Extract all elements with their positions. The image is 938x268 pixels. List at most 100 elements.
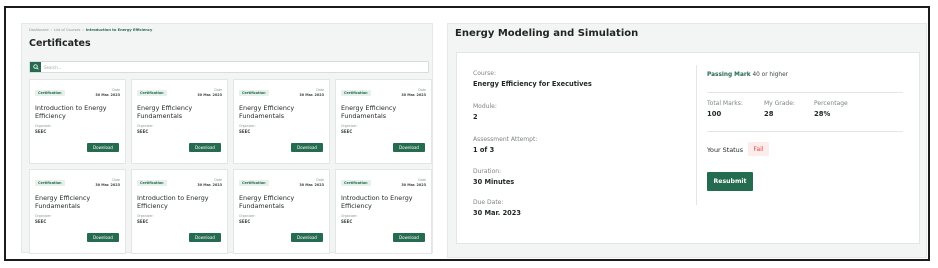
passing-mark-value: 40 or higher [752,72,789,78]
organizer-label: Organizer: [137,124,154,128]
organizer-label: Organizer: [137,214,154,218]
certificate-title: Energy Efficiency Fundamentals [239,194,295,210]
certificate-title: Energy Efficiency Fundamentals [137,104,193,120]
module-label: Module: [473,103,497,110]
certification-badge: Certification [137,90,167,96]
percentage-value: 28% [814,110,831,118]
passing-mark: Passing Mark 40 or higher [707,72,788,78]
app-frame: Dashboard › List of Courses › Introduction t… [4,6,930,261]
organizer-value: SEEC [137,129,149,134]
due-date-value: 30 Mar. 2023 [473,209,521,217]
certification-badge: Certification [341,90,371,96]
attempt-label: Assessment Attempt: [473,136,538,143]
search-bar [29,61,429,73]
certification-badge: Certification [35,180,65,186]
organizer-value: SEEC [35,129,47,134]
date-label: Date [214,88,222,92]
search-button[interactable] [30,62,41,72]
certification-badge: Certification [239,90,269,96]
organizer-value: SEEC [35,219,47,224]
download-button[interactable]: Download [291,143,323,152]
passing-mark-label: Passing Mark [707,72,751,78]
percentage-label: Percentage [814,100,848,107]
date-value: 30 Mar. 2023 [197,93,222,97]
total-marks: Total Marks: 100 [707,100,743,118]
date-value: 30 Mar. 2023 [299,93,324,97]
organizer-value: SEEC [137,219,149,224]
duration-label: Duration: [473,168,502,175]
total-marks-value: 100 [707,110,722,118]
breadcrumb: Dashboard › List of Courses › Introduction t… [29,28,153,32]
course-label: Course: [473,70,496,77]
attempt-field: Assessment Attempt: 1 of 3 [473,136,537,154]
status-badge: Fail [748,142,769,156]
certification-badge: Certification [341,180,371,186]
status-label: Your Status [707,146,744,154]
breadcrumb-courses[interactable]: List of Courses [54,28,80,32]
certificate-card: Certification Date 30 Mar. 2023 Energy E… [131,79,228,164]
certificate-title: Energy Efficiency Fundamentals [341,104,397,120]
date-label: Date [316,178,324,182]
page-title: Certificates [29,38,91,49]
date-value: 30 Mar. 2023 [95,93,120,97]
certificate-card: Certification Date 30 Mar. 2023 Introduc… [131,169,228,254]
date-label: Date [112,178,120,182]
download-button[interactable]: Download [393,143,425,152]
date-label: Date [316,88,324,92]
date-label: Date [112,88,120,92]
breadcrumb-dashboard[interactable]: Dashboard [29,28,49,32]
my-grade-value: 28 [764,110,774,118]
organizer-label: Organizer: [35,214,52,218]
certificate-title: Energy Efficiency Fundamentals [239,104,295,120]
certification-badge: Certification [239,180,269,186]
breadcrumb-current: Introduction to Energy Efficiency [85,28,153,32]
download-button[interactable]: Download [189,233,221,242]
download-button[interactable]: Download [87,233,119,242]
assessment-card: Course: Energy Efficiency for Executives… [456,52,920,244]
date-label: Date [214,178,222,182]
resubmit-button[interactable]: Resubmit [707,172,753,191]
date-value: 30 Mar. 2023 [299,183,324,187]
certificate-title: Introduction to Energy Efficiency [341,194,413,210]
my-grade: My Grade: 28 [764,100,795,118]
module-field: Module: 2 [473,103,497,121]
certificate-card: Certification Date 30 Mar. 2023 Introduc… [335,169,432,254]
organizer-label: Organizer: [239,124,256,128]
certificate-card: Certification Date 30 Mar. 2023 Energy E… [233,169,330,254]
download-button[interactable]: Download [393,233,425,242]
attempt-value: 1 of 3 [473,146,495,154]
due-date-field: Due Date: 30 Mar. 2023 [473,199,521,217]
divider [707,92,903,93]
duration-value: 30 Minutes [473,178,515,186]
due-date-label: Due Date: [473,199,504,206]
download-button[interactable]: Download [189,143,221,152]
organizer-value: SEEC [341,219,353,224]
download-button[interactable]: Download [291,233,323,242]
organizer-label: Organizer: [35,124,52,128]
download-button[interactable]: Download [87,143,119,152]
divider [707,131,903,132]
certificates-grid: Certification Date 30 Mar. 2023 Introduc… [29,79,432,254]
duration-field: Duration: 30 Minutes [473,168,514,186]
certificate-title: Introduction to Energy Efficiency [137,194,209,210]
date-value: 30 Mar. 2023 [95,183,120,187]
certificate-card: Certification Date 30 Mar. 2023 Energy E… [233,79,330,164]
assessment-title: Energy Modeling and Simulation [455,28,639,39]
assessment-panel: Energy Modeling and Simulation Course: E… [447,23,927,258]
my-grade-label: My Grade: [764,100,795,107]
search-input[interactable] [44,63,424,71]
certificate-card: Certification Date 30 Mar. 2023 Energy E… [335,79,432,164]
total-marks-label: Total Marks: [707,100,743,107]
percentage: Percentage 28% [814,100,848,118]
date-value: 30 Mar. 2023 [197,183,222,187]
organizer-label: Organizer: [239,214,256,218]
certification-badge: Certification [35,90,65,96]
date-label: Date [418,178,426,182]
date-value: 30 Mar. 2023 [401,183,426,187]
vertical-divider [696,65,697,205]
date-label: Date [418,88,426,92]
certificate-card: Certification Date 30 Mar. 2023 Energy E… [29,169,126,254]
certification-badge: Certification [137,180,167,186]
certificate-card: Certification Date 30 Mar. 2023 Introduc… [29,79,126,164]
certificates-panel: Dashboard › List of Courses › Introduction t… [21,23,433,254]
